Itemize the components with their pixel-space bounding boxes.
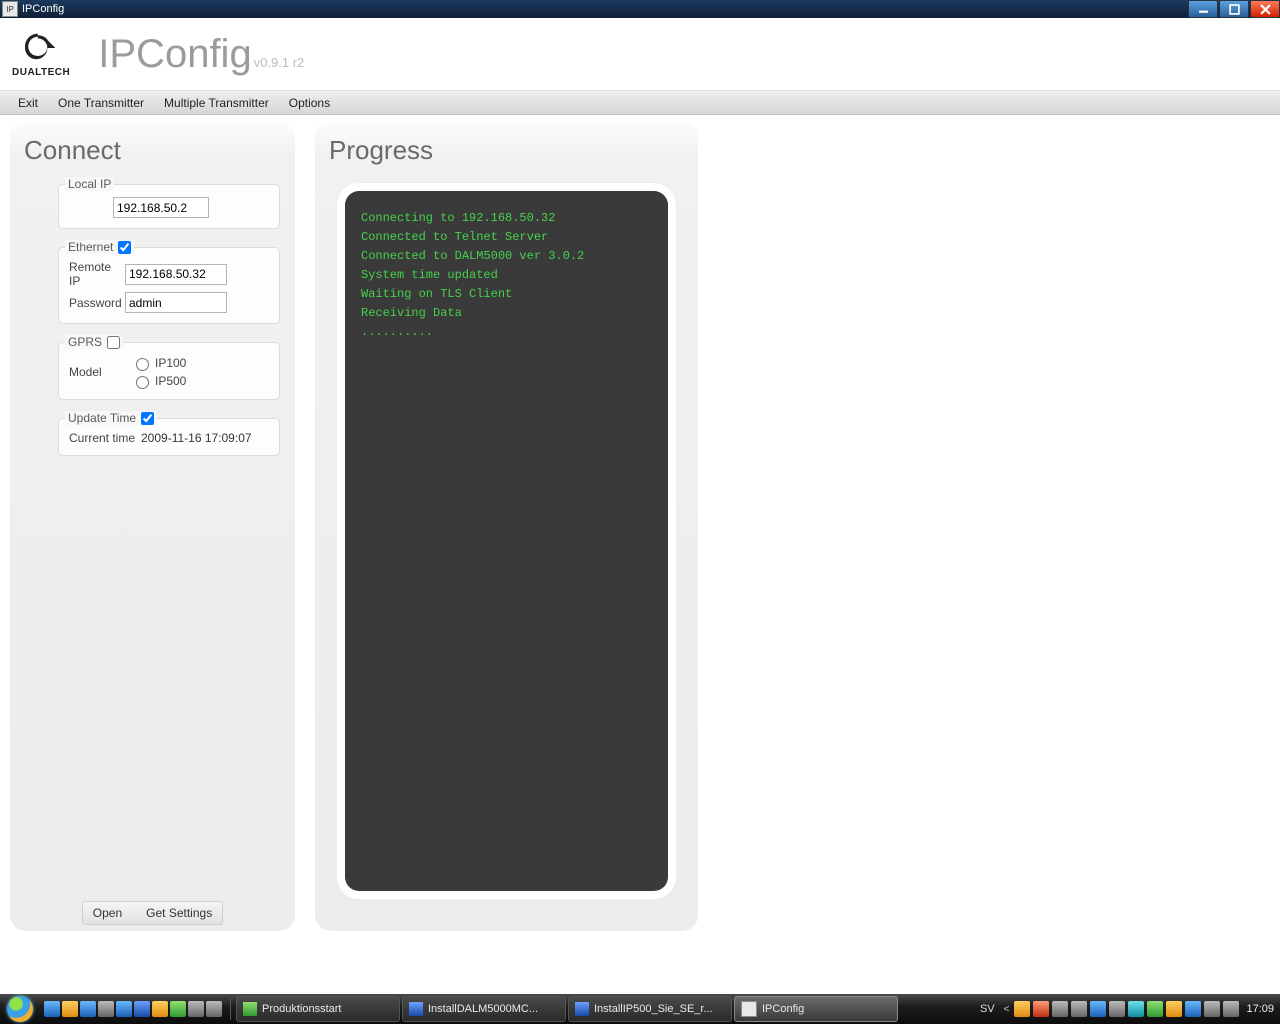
language-indicator[interactable]: SV — [980, 1003, 995, 1015]
model-label: Model — [69, 365, 115, 379]
app-version: v0.9.1 r2 — [254, 55, 305, 70]
ethernet-group: Ethernet Remote IP Password — [58, 247, 280, 324]
taskbar-item-label: IPConfig — [762, 1003, 804, 1015]
gprs-group: GPRS Model IP100 IP500 — [58, 342, 280, 400]
ethernet-checkbox[interactable] — [118, 241, 131, 254]
taskbar-item-label: InstallIP500_Sie_SE_r... — [594, 1003, 713, 1015]
app-window: IP IPConfig DUALTECH IPConfigv0.9.1 r2 — [0, 0, 1280, 1024]
tray-icon-4[interactable] — [1071, 1001, 1087, 1017]
window-title: IPConfig — [22, 3, 64, 15]
ql-icon-7[interactable] — [152, 1001, 168, 1017]
tray-icon-1[interactable] — [1014, 1001, 1030, 1017]
model-ip500-label: IP500 — [155, 374, 186, 388]
ethernet-label: Ethernet — [68, 240, 113, 254]
taskbar: Produktionsstart InstallDALM5000MC... In… — [0, 994, 1280, 1024]
progress-terminal: Connecting to 192.168.50.32 Connected to… — [345, 191, 668, 891]
ql-icon-9[interactable] — [188, 1001, 204, 1017]
update-time-group: Update Time Current time 2009-11-16 17:0… — [58, 418, 280, 456]
connect-buttonrow: Open Get Settings — [10, 901, 295, 925]
titlebar: IP IPConfig — [0, 0, 1280, 18]
app-name: IPConfig — [98, 32, 251, 76]
tray-icon-3[interactable] — [1052, 1001, 1068, 1017]
taskbar-item-installdalm[interactable]: InstallDALM5000MC... — [402, 996, 566, 1022]
taskbar-item-icon — [575, 1002, 589, 1016]
local-ip-group: Local IP — [58, 184, 280, 229]
password-label: Password — [69, 296, 125, 310]
taskbar-item-installip500[interactable]: InstallIP500_Sie_SE_r... — [568, 996, 732, 1022]
progress-panel: Progress Connecting to 192.168.50.32 Con… — [315, 121, 698, 931]
tray-icon-7[interactable] — [1128, 1001, 1144, 1017]
local-ip-input[interactable] — [113, 197, 209, 218]
maximize-button[interactable] — [1219, 0, 1249, 18]
app-icon: IP — [2, 1, 18, 17]
logo-icon — [17, 31, 65, 65]
remote-ip-input[interactable] — [125, 264, 227, 285]
ql-icon-4[interactable] — [98, 1001, 114, 1017]
current-time-label: Current time — [69, 431, 141, 445]
app-title: IPConfigv0.9.1 r2 — [98, 32, 304, 77]
gprs-label: GPRS — [68, 335, 102, 349]
ql-cmd-icon[interactable] — [206, 1001, 222, 1017]
client-area: DUALTECH IPConfigv0.9.1 r2 Exit One Tran… — [0, 18, 1280, 994]
minimize-button[interactable] — [1188, 0, 1218, 18]
app-header: DUALTECH IPConfigv0.9.1 r2 — [0, 18, 1280, 90]
current-time-value: 2009-11-16 17:09:07 — [141, 431, 252, 445]
connect-title: Connect — [24, 135, 281, 166]
model-ip500-radio[interactable] — [136, 376, 149, 389]
model-ip100-radio[interactable] — [136, 358, 149, 371]
taskbar-item-icon — [741, 1001, 757, 1017]
ql-icon-8[interactable] — [170, 1001, 186, 1017]
tray-expand-icon[interactable]: < — [1004, 1004, 1010, 1015]
update-time-label: Update Time — [68, 411, 136, 425]
model-ip500-option[interactable]: IP500 — [131, 373, 187, 389]
open-button[interactable]: Open — [89, 905, 126, 921]
ql-show-desktop-icon[interactable] — [44, 1001, 60, 1017]
start-button[interactable] — [0, 994, 40, 1024]
close-button[interactable] — [1250, 0, 1280, 18]
tray-icon-6[interactable] — [1109, 1001, 1125, 1017]
ql-ie-icon[interactable] — [80, 1001, 96, 1017]
menu-exit[interactable]: Exit — [8, 91, 48, 114]
dualtech-logo: DUALTECH — [12, 31, 70, 78]
quicklaunch — [40, 1001, 226, 1017]
update-time-checkbox[interactable] — [141, 412, 154, 425]
tray-volume-icon[interactable] — [1223, 1001, 1239, 1017]
local-ip-label: Local IP — [65, 177, 114, 191]
menu-options[interactable]: Options — [279, 91, 340, 114]
tray-icon-9[interactable] — [1166, 1001, 1182, 1017]
tray-clock[interactable]: 17:09 — [1246, 1003, 1274, 1015]
get-settings-button[interactable]: Get Settings — [142, 905, 216, 921]
system-tray: SV < 17:09 — [980, 1001, 1280, 1017]
password-input[interactable] — [125, 292, 227, 313]
tray-icon-10[interactable] — [1185, 1001, 1201, 1017]
brand-text: DUALTECH — [12, 67, 70, 78]
progress-title: Progress — [329, 135, 684, 166]
model-ip100-option[interactable]: IP100 — [131, 355, 187, 371]
taskbar-item-icon — [243, 1002, 257, 1016]
ql-icon-2[interactable] — [62, 1001, 78, 1017]
taskbar-item-label: Produktionsstart — [262, 1003, 341, 1015]
taskbar-item-produktionsstart[interactable]: Produktionsstart — [236, 996, 400, 1022]
menu-multiple-transmitter[interactable]: Multiple Transmitter — [154, 91, 279, 114]
taskbar-item-ipconfig[interactable]: IPConfig — [734, 996, 898, 1022]
menu-one-transmitter[interactable]: One Transmitter — [48, 91, 154, 114]
connect-panel: Connect Local IP Ethernet Remote IP — [10, 121, 295, 931]
gprs-checkbox[interactable] — [107, 336, 120, 349]
menubar: Exit One Transmitter Multiple Transmitte… — [0, 90, 1280, 115]
tray-icon-2[interactable] — [1033, 1001, 1049, 1017]
start-orb-icon — [7, 996, 33, 1022]
workarea: Connect Local IP Ethernet Remote IP — [0, 113, 1280, 994]
tray-icon-8[interactable] — [1147, 1001, 1163, 1017]
tray-network-icon[interactable] — [1204, 1001, 1220, 1017]
ql-icon-5[interactable] — [116, 1001, 132, 1017]
tray-icon-5[interactable] — [1090, 1001, 1106, 1017]
remote-ip-label: Remote IP — [69, 260, 125, 288]
taskbar-separator — [230, 998, 231, 1020]
taskbar-item-icon — [409, 1002, 423, 1016]
taskbar-item-label: InstallDALM5000MC... — [428, 1003, 538, 1015]
model-ip100-label: IP100 — [155, 356, 186, 370]
ql-word-icon[interactable] — [134, 1001, 150, 1017]
